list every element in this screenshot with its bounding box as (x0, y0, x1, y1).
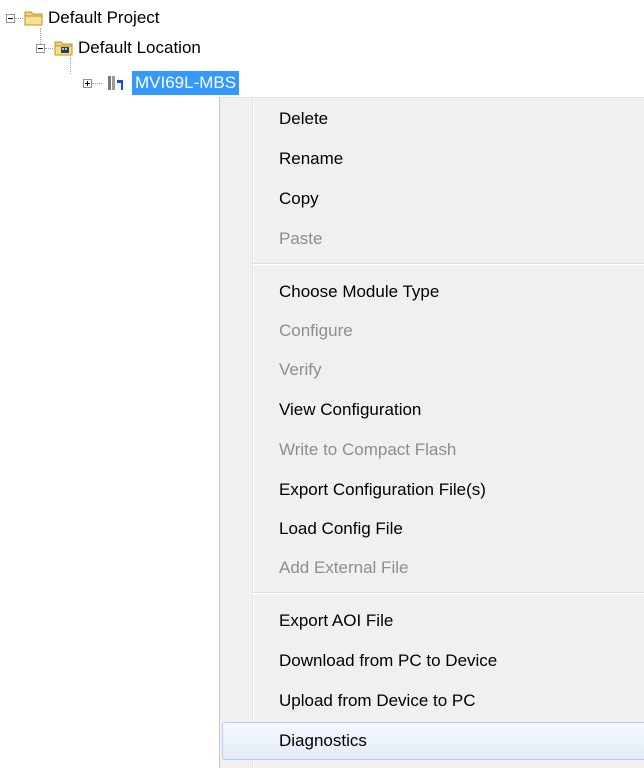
module-device-icon (106, 73, 126, 98)
tree-connector (70, 58, 71, 74)
tree-connector (40, 28, 41, 44)
menu-item-upload-device-to-pc[interactable]: Upload from Device to PC (222, 682, 644, 720)
tree-item-default-location[interactable]: Default Location (75, 36, 204, 60)
collapse-project-toggle[interactable] (6, 14, 15, 23)
tree-connector (92, 83, 102, 84)
menu-item-configure: Configure (279, 321, 353, 340)
menu-item-add-external-file: Add External File (279, 558, 409, 577)
menu-item-write-to-compact-flash: Write to Compact Flash (279, 440, 457, 459)
tree-connector (15, 18, 23, 19)
tree-item-module[interactable]: MVI69L-MBS (132, 71, 240, 95)
menu-item-verify: Verify (279, 360, 322, 379)
expand-module-toggle[interactable] (83, 79, 92, 88)
menu-item-export-aoi-file[interactable]: Export AOI File (222, 602, 644, 640)
folder-icon (24, 9, 44, 32)
context-menu: Delete Rename Copy Paste Choose Module T… (219, 97, 644, 768)
menu-item-rename[interactable]: Rename (222, 140, 644, 178)
menu-item-view-configuration[interactable]: View Configuration (222, 391, 644, 429)
menu-item-download-pc-to-device[interactable]: Download from PC to Device (222, 642, 644, 680)
menu-item-paste: Paste (279, 229, 323, 248)
menu-item-delete[interactable]: Delete (222, 100, 644, 138)
menu-separator (252, 263, 644, 265)
tree-connector (45, 48, 53, 49)
menu-item-export-configuration-files[interactable]: Export Configuration File(s) (222, 471, 644, 509)
collapse-location-toggle[interactable] (36, 44, 45, 53)
menu-item-diagnostics[interactable]: Diagnostics (222, 722, 644, 760)
menu-separator (252, 592, 644, 594)
menu-item-copy[interactable]: Copy (222, 180, 644, 218)
menu-item-load-config-file[interactable]: Load Config File (222, 510, 644, 548)
location-folder-icon (54, 39, 74, 62)
tree-item-default-project[interactable]: Default Project (45, 6, 163, 30)
menu-item-choose-module-type[interactable]: Choose Module Type (222, 273, 644, 311)
